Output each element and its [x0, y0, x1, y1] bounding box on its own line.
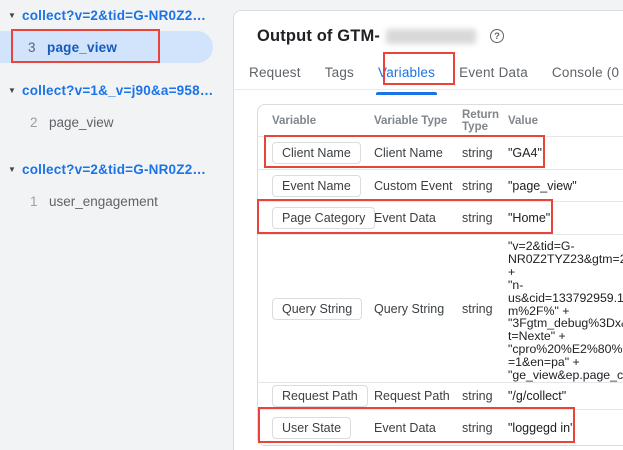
- col-header-return-type: Return Type: [462, 108, 500, 133]
- variable-chip: Client Name: [272, 142, 361, 164]
- event-number: 2: [30, 114, 38, 130]
- event-name: page_view: [47, 39, 118, 55]
- table-row-user-state: User State Event Data string "loggegd in…: [258, 409, 623, 445]
- return-type-cell: string: [462, 146, 493, 160]
- col-header-variable: Variable: [272, 114, 317, 127]
- help-icon[interactable]: ?: [490, 29, 505, 43]
- redacted-container-id: [386, 28, 477, 44]
- variable-type-cell: Request Path: [374, 389, 450, 403]
- variable-chip: User State: [272, 416, 352, 439]
- sidebar-request-link-2[interactable]: ▼ collect?v=1&_v=j90&a=958…: [0, 79, 233, 101]
- sidebar-event-user-engagement[interactable]: 1 user_engagement: [0, 191, 233, 211]
- output-card: Output of GTM- ? Request Tags Variables …: [233, 10, 623, 450]
- return-type-cell: string: [462, 178, 493, 193]
- request-url: collect?v=1&_v=j90&a=958…: [22, 82, 212, 98]
- tab-console[interactable]: Console (0: [552, 61, 619, 89]
- col-header-variable-type: Variable Type: [374, 114, 448, 127]
- return-type-cell: string: [462, 389, 493, 403]
- event-name: page_view: [49, 114, 114, 130]
- tab-request[interactable]: Request: [249, 61, 301, 89]
- variables-table: Variable Variable Type Return Type Value…: [257, 104, 623, 446]
- request-url: collect?v=2&tid=G-NR0Z2…: [22, 161, 207, 177]
- variable-type-cell: Custom Event: [374, 178, 453, 193]
- table-row-event-name: Event Name Custom Event string "page_vie…: [258, 169, 623, 201]
- variable-type-cell: Client Name: [374, 146, 443, 160]
- return-type-cell: string: [462, 420, 493, 435]
- table-row-request-path: Request Path Request Path string "/g/col…: [258, 382, 623, 409]
- value-cell: "page_view": [508, 178, 577, 193]
- variable-chip: Event Name: [272, 174, 361, 197]
- variable-chip: Query String: [272, 297, 363, 320]
- tabs-divider: [234, 89, 623, 90]
- variable-type-cell: Event Data: [374, 420, 436, 435]
- collapse-arrow-icon[interactable]: ▼: [0, 11, 22, 20]
- query-string-line: NR0Z2TYZ23&gtm=2e: [508, 251, 623, 266]
- table-row-page-category: Page Category Event Data string "Home": [258, 201, 623, 234]
- sidebar-event-page-view-2[interactable]: 2 page_view: [0, 112, 233, 132]
- sidebar-request-link-3[interactable]: ▼ collect?v=2&tid=G-NR0Z2…: [0, 158, 233, 180]
- event-number: 1: [30, 193, 38, 209]
- request-url: collect?v=2&tid=G-NR0Z2…: [22, 7, 207, 23]
- value-cell: "loggegd in": [508, 420, 575, 435]
- collapse-arrow-icon[interactable]: ▼: [0, 165, 22, 174]
- variable-chip: Request Path: [272, 385, 368, 407]
- variable-type-cell: Event Data: [374, 211, 436, 225]
- tab-event-data[interactable]: Event Data: [459, 61, 528, 89]
- return-type-cell: string: [462, 301, 493, 316]
- table-row-query-string: Query String Query String string "v=2&ti…: [258, 234, 623, 382]
- tab-bar: Request Tags Variables Event Data Consol…: [249, 61, 619, 95]
- variable-chip: Page Category: [272, 207, 376, 229]
- tab-variables[interactable]: Variables: [376, 61, 438, 95]
- request-sidebar: ▼ collect?v=2&tid=G-NR0Z2… 3 page_view ▼…: [0, 0, 233, 450]
- table-row-client-name: Client Name Client Name string "GA4": [258, 136, 623, 169]
- event-name: user_engagement: [49, 193, 158, 209]
- collapse-arrow-icon[interactable]: ▼: [0, 86, 22, 95]
- tab-tags[interactable]: Tags: [325, 61, 354, 89]
- query-string-line: "v=2&tid=G-: [508, 239, 575, 253]
- value-cell: "Home": [508, 211, 551, 225]
- sidebar-event-selected[interactable]: 3 page_view: [0, 31, 213, 63]
- value-cell: "GA4": [508, 146, 542, 160]
- value-cell: "/g/collect": [508, 389, 567, 403]
- query-string-line: us&cid=133792959.16: [508, 290, 623, 305]
- variable-type-cell: Query String: [374, 301, 445, 316]
- event-number: 3: [28, 39, 36, 55]
- query-string-line: "ge_view&ep.page_cat: [508, 368, 623, 383]
- table-header-row: Variable Variable Type Return Type Value: [258, 105, 623, 136]
- page-title: Output of GTM-: [257, 26, 381, 45]
- return-type-cell: string: [462, 211, 493, 225]
- sidebar-request-link-1[interactable]: ▼ collect?v=2&tid=G-NR0Z2…: [0, 4, 233, 26]
- query-string-line: +: [508, 264, 516, 279]
- col-header-value: Value: [508, 114, 539, 127]
- query-string-line: "n-: [508, 277, 524, 292]
- card-header: Output of GTM- ?: [257, 25, 505, 47]
- value-cell: "v=2&tid=G- NR0Z2TYZ23&gtm=2e + "n- us&c…: [508, 235, 623, 382]
